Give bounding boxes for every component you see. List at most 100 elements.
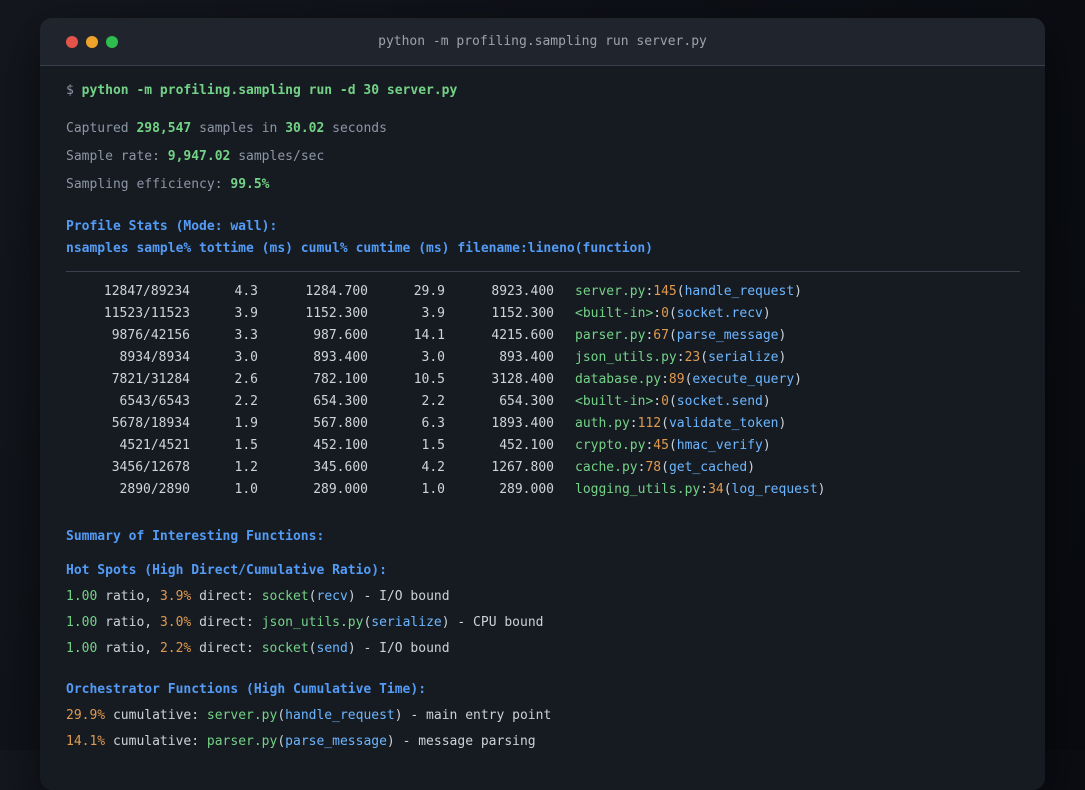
rparen-token: ) (386, 734, 395, 749)
ratio-value: 1.00 (66, 615, 98, 630)
table-row: 12847/89234 4.3 1284.700 29.9 8923.400 server… (66, 281, 1020, 303)
window-titlebar[interactable]: python -m profiling.sampling run server.… (40, 18, 1045, 66)
colon-token: : (653, 306, 662, 321)
lparen-token: ( (308, 589, 317, 604)
cell-tottime: 782.100 (313, 372, 368, 387)
table-columns-header: nsamples sample% tottime (ms) cumul% cum… (66, 241, 653, 256)
orch-location: server.py(handle_request) (207, 708, 403, 723)
minimize-button[interactable] (86, 35, 98, 48)
cell-nsamples: 4521/4521 (119, 438, 190, 453)
maximize-button[interactable] (106, 35, 118, 48)
function-name: send (316, 641, 348, 656)
hot-spot-item: 1.00 ratio, 3.0% direct: json_utils.py(s… (66, 612, 1020, 634)
rparen-token: ) (778, 350, 787, 365)
rate-value: 9,947.02 (167, 149, 231, 164)
cell-tottime: 567.800 (313, 416, 368, 431)
line-number: 67 (653, 328, 669, 343)
line-number: 23 (684, 350, 701, 365)
cell-cumul-pct: 4.2 (421, 460, 445, 475)
cell-location: database.py:89(execute_query) (575, 372, 802, 387)
cell-cumul-pct: 1.5 (421, 438, 445, 453)
file-name: json_utils.py (261, 615, 364, 630)
efficiency-value: 99.5% (230, 177, 270, 192)
hot-location: json_utils.py(serialize) (262, 615, 450, 630)
table-row: 7821/31284 2.6 782.100 10.5 3128.400 database… (66, 369, 1020, 391)
cell-nsamples: 3456/12678 (111, 460, 190, 475)
function-name: log_request (731, 482, 818, 497)
table-divider (66, 271, 1020, 272)
rparen-token: ) (778, 328, 787, 343)
function-name: get_cached (668, 460, 748, 475)
cell-cumtime: 1152.300 (491, 306, 554, 321)
shell-prompt: $ (66, 83, 74, 98)
direct-label: direct: (199, 589, 254, 604)
function-name: recv (316, 589, 348, 604)
rparen-token: ) (762, 394, 771, 409)
command-line: $ python -m profiling.sampling run -d 30… (66, 80, 1020, 102)
ratio-label: ratio, (105, 589, 153, 604)
cell-tottime: 1284.700 (305, 284, 368, 299)
cell-cumtime: 1893.400 (491, 416, 554, 431)
cell-location: server.py:145(handle_request) (575, 284, 802, 299)
table-row: 4521/4521 1.5 452.100 1.5 452.100 crypto.py:4… (66, 435, 1020, 457)
hot-spots-title: Hot Spots (High Direct/Cumulative Ratio)… (66, 563, 387, 578)
file-name: socket (261, 641, 309, 656)
efficiency-line: Sampling efficiency: 99.5% (66, 174, 1020, 196)
terminal-content[interactable]: $ python -m profiling.sampling run -d 30… (40, 66, 1045, 753)
rparen-token: ) (762, 438, 771, 453)
cell-cumtime: 452.100 (499, 438, 554, 453)
orchestrator-item: 29.9% cumulative: server.py(handle_reque… (66, 705, 1020, 727)
cell-sample-pct: 3.9 (234, 306, 258, 321)
sample-rate-line: Sample rate: 9,947.02 samples/sec (66, 146, 1020, 168)
lparen-token: ( (668, 328, 677, 343)
rparen-token: ) (794, 372, 802, 387)
command-text: python -m profiling.sampling run -d 30 s… (81, 83, 458, 98)
ratio-label: ratio, (105, 641, 153, 656)
ratio-label: ratio, (105, 615, 153, 630)
hot-spot-item: 1.00 ratio, 3.9% direct: socket(recv) - … (66, 586, 1020, 608)
file-name: json_utils.py (575, 350, 677, 365)
rparen-token: ) (794, 284, 802, 299)
file-name: <built-in> (575, 394, 654, 409)
cell-cumtime: 654.300 (499, 394, 554, 409)
cell-sample-pct: 1.0 (234, 482, 258, 497)
cell-sample-pct: 1.5 (234, 438, 258, 453)
line-number: 89 (668, 372, 685, 387)
cell-tottime: 893.400 (313, 350, 368, 365)
cell-cumul-pct: 1.0 (421, 482, 445, 497)
function-name: serialize (708, 350, 779, 365)
cell-location: <built-in>:0(socket.send) (575, 394, 771, 409)
traffic-lights (66, 35, 156, 48)
profile-stats-title: Profile Stats (Mode: wall): (66, 219, 278, 234)
table-row: 6543/6543 2.2 654.300 2.2 654.300 <built-in>:… (66, 391, 1020, 413)
captured-label: Captured (66, 121, 129, 136)
file-name: server.py (206, 708, 278, 723)
summary-title: Summary of Interesting Functions: (66, 529, 325, 544)
cumulative-label: cumulative: (112, 734, 200, 749)
efficiency-label: Sampling efficiency: (66, 177, 223, 192)
lparen-token: ( (668, 306, 677, 321)
file-name: crypto.py (575, 438, 646, 453)
cell-location: logging_utils.py:34(log_request) (575, 482, 825, 497)
window-title: python -m profiling.sampling run server.… (378, 34, 707, 49)
cell-location: crypto.py:45(hmac_verify) (575, 438, 771, 453)
cell-location: cache.py:78(get_cached) (575, 460, 755, 475)
cell-sample-pct: 1.9 (234, 416, 258, 431)
cell-location: auth.py:112(validate_token) (575, 416, 786, 431)
table-row: 3456/12678 1.2 345.600 4.2 1267.800 cache.py:… (66, 457, 1020, 479)
function-name: handle_request (684, 284, 795, 299)
cell-cumtime: 3128.400 (491, 372, 554, 387)
cell-cumul-pct: 2.2 (421, 394, 445, 409)
cumulative-pct: 14.1% (66, 734, 106, 749)
cell-cumul-pct: 6.3 (421, 416, 445, 431)
cell-cumul-pct: 14.1 (413, 328, 445, 343)
role-note: - main entry point (410, 708, 552, 723)
rparen-token: ) (347, 589, 356, 604)
function-name: parse_message (676, 328, 779, 343)
file-name: <built-in> (575, 306, 654, 321)
cell-nsamples: 11523/11523 (103, 306, 190, 321)
ratio-value: 1.00 (66, 589, 98, 604)
close-button[interactable] (66, 35, 78, 48)
function-name: parse_message (285, 734, 387, 749)
function-name: validate_token (668, 416, 779, 431)
